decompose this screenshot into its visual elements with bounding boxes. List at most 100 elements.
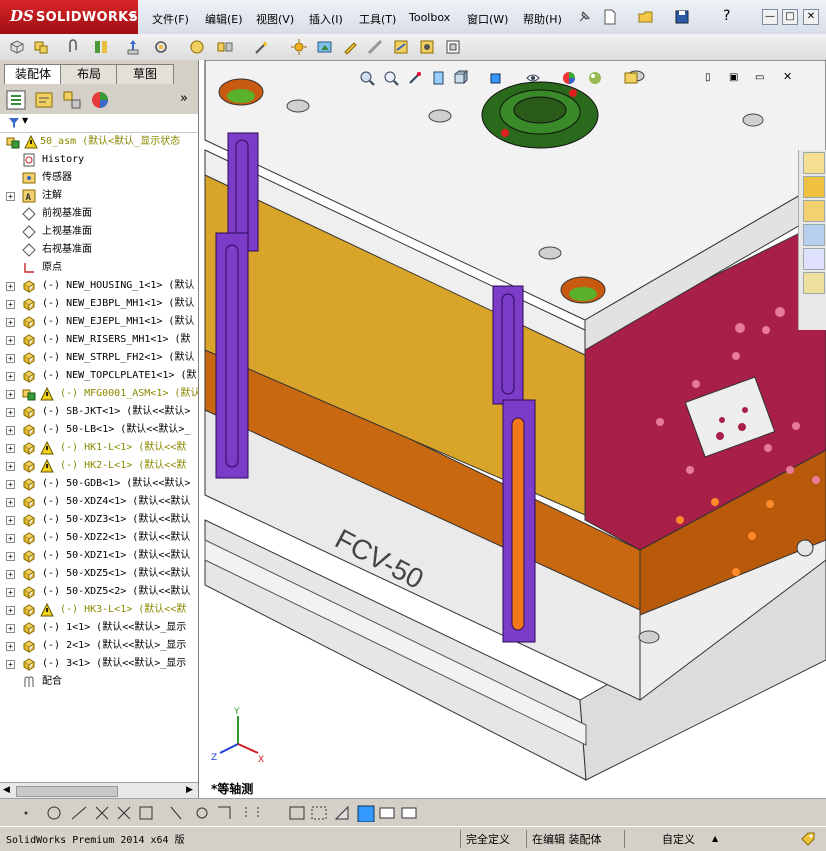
- menu-file[interactable]: 文件(F): [152, 11, 189, 27]
- minimize-button[interactable]: —: [762, 9, 778, 25]
- tree-item[interactable]: + (-) MFG0001_ASM<1> (默认: [0, 385, 198, 403]
- apply-scene-icon[interactable]: [587, 70, 603, 86]
- tree-item[interactable]: + (-) SB-JKT<1> (默认<<默认>: [0, 403, 198, 421]
- tree-item[interactable]: 右视基准面: [0, 241, 198, 259]
- expand-node-icon[interactable]: +: [6, 390, 15, 399]
- expand-node-icon[interactable]: +: [6, 426, 15, 435]
- viewport-close-icon[interactable]: ✕: [783, 70, 792, 83]
- menu-window[interactable]: 窗口(W): [467, 11, 508, 27]
- tree-item[interactable]: + A 注解: [0, 187, 198, 205]
- pin-menu-icon[interactable]: [575, 8, 593, 26]
- tree-item[interactable]: + (-) 50-XDZ1<1> (默认<<默认: [0, 547, 198, 565]
- expand-node-icon[interactable]: +: [6, 318, 15, 327]
- measure-icon[interactable]: [366, 38, 384, 56]
- magic-wand-icon[interactable]: [252, 38, 270, 56]
- zoom-area-icon[interactable]: [383, 70, 399, 86]
- tree-item[interactable]: + (-) NEW_RISERS_MH1<1> (默: [0, 331, 198, 349]
- move-component-icon[interactable]: [124, 38, 142, 56]
- scroll-right-icon[interactable]: ▶: [186, 785, 193, 795]
- expand-node-icon[interactable]: +: [6, 336, 15, 345]
- expand-node-icon[interactable]: +: [6, 354, 15, 363]
- tree-item[interactable]: + (-) 50-XDZ3<1> (默认<<默认: [0, 511, 198, 529]
- expand-node-icon[interactable]: +: [6, 516, 15, 525]
- tree-item[interactable]: 原点: [0, 259, 198, 277]
- paperclip-icon[interactable]: [64, 38, 82, 56]
- frame-icon[interactable]: [444, 38, 462, 56]
- expand-node-icon[interactable]: +: [6, 534, 15, 543]
- interference-check-icon[interactable]: [392, 38, 410, 56]
- expand-node-icon[interactable]: +: [6, 624, 15, 633]
- configuration-manager-icon[interactable]: [62, 90, 82, 110]
- exploded-view-icon[interactable]: [216, 38, 234, 56]
- expand-node-icon[interactable]: +: [6, 480, 15, 489]
- hide-show-items-icon[interactable]: [525, 70, 541, 86]
- file-explorer-icon[interactable]: [803, 200, 825, 222]
- help-icon[interactable]: ?: [723, 8, 730, 24]
- scroll-thumb[interactable]: [16, 786, 118, 797]
- view-settings-icon[interactable]: [623, 70, 639, 86]
- tree-item[interactable]: + (-) 50-XDZ2<1> (默认<<默认: [0, 529, 198, 547]
- panel-horizontal-scrollbar[interactable]: ◀ ▶: [0, 782, 198, 799]
- rotate-component-icon[interactable]: [152, 38, 170, 56]
- smart-fasteners-icon[interactable]: [188, 38, 206, 56]
- tree-item[interactable]: + (-) 50-LB<1> (默认<<默认>_: [0, 421, 198, 439]
- tree-item[interactable]: 配合: [0, 673, 198, 691]
- tree-item[interactable]: + (-) HK2-L<1> (默认<<默: [0, 457, 198, 475]
- display-style-icon[interactable]: [489, 70, 505, 86]
- previous-view-icon[interactable]: [407, 70, 423, 86]
- tag-icon[interactable]: [800, 831, 816, 847]
- appearances-icon[interactable]: [803, 248, 825, 270]
- units-selector[interactable]: 自定义: [662, 831, 695, 847]
- expand-node-icon[interactable]: +: [6, 462, 15, 471]
- expand-node-icon[interactable]: +: [6, 372, 15, 381]
- restore-button[interactable]: □: [782, 9, 798, 25]
- tree-item[interactable]: + (-) 3<1> (默认<<默认>_显示: [0, 655, 198, 673]
- tree-item[interactable]: + (-) 50-XDZ5<1> (默认<<默认: [0, 565, 198, 583]
- units-arrow-icon[interactable]: ▲: [712, 834, 718, 843]
- expand-node-icon[interactable]: +: [6, 606, 15, 615]
- assembly-toolbar-icon[interactable]: [32, 38, 50, 56]
- expand-node-icon[interactable]: +: [6, 444, 15, 453]
- tree-item[interactable]: + (-) NEW_STRPL_FH2<1> (默认: [0, 349, 198, 367]
- tree-item[interactable]: + (-) NEW_EJBPL_MH1<1> (默认: [0, 295, 198, 313]
- tree-item[interactable]: + (-) HK3-L<1> (默认<<默: [0, 601, 198, 619]
- expand-node-icon[interactable]: +: [6, 282, 15, 291]
- options-icon[interactable]: [418, 38, 436, 56]
- viewport-restore-icon[interactable]: ▣: [729, 72, 738, 83]
- menu-view[interactable]: 视图(V): [256, 11, 294, 27]
- part-toolbar-icon[interactable]: [8, 38, 26, 56]
- tree-item[interactable]: + (-) 50-XDZ4<1> (默认<<默认: [0, 493, 198, 511]
- close-button[interactable]: ✕: [803, 9, 819, 25]
- tab-sketch[interactable]: 草图: [116, 64, 174, 84]
- expand-node-icon[interactable]: +: [6, 498, 15, 507]
- sketch-tools-icons[interactable]: [6, 804, 306, 822]
- edit-component-icon[interactable]: [342, 38, 360, 56]
- expand-node-icon[interactable]: +: [6, 192, 15, 201]
- menu-help[interactable]: 帮助(H): [523, 11, 562, 27]
- menu-edit[interactable]: 编辑(E): [205, 11, 243, 27]
- display-manager-icon[interactable]: [90, 90, 110, 110]
- expand-node-icon[interactable]: +: [6, 300, 15, 309]
- expand-node-icon[interactable]: +: [6, 570, 15, 579]
- solidworks-logo[interactable]: DS SOLIDWORKS: [0, 0, 138, 34]
- expand-panel-icon[interactable]: »: [180, 91, 188, 106]
- feature-tree-icon[interactable]: [6, 90, 26, 110]
- sun-rebuild-icon[interactable]: [290, 38, 308, 56]
- tab-assembly[interactable]: 装配体: [4, 64, 62, 84]
- new-document-icon[interactable]: [601, 8, 619, 26]
- mold-assembly-model[interactable]: FCV-50 Y X Z: [199, 60, 826, 798]
- tree-item[interactable]: 上视基准面: [0, 223, 198, 241]
- instant3d-icon[interactable]: [316, 38, 334, 56]
- view-palette-icon[interactable]: [803, 224, 825, 246]
- viewport-minimize-icon[interactable]: ▭: [755, 72, 764, 83]
- expand-node-icon[interactable]: +: [6, 642, 15, 651]
- open-folder-icon[interactable]: [637, 8, 655, 26]
- section-view-icon[interactable]: [431, 70, 447, 86]
- view-orientation-icon[interactable]: [453, 70, 469, 86]
- tree-item[interactable]: 前视基准面: [0, 205, 198, 223]
- tree-item[interactable]: + (-) 1<1> (默认<<默认>_显示: [0, 619, 198, 637]
- scroll-left-icon[interactable]: ◀: [3, 785, 10, 795]
- expand-node-icon[interactable]: +: [6, 408, 15, 417]
- menu-toolbox[interactable]: Toolbox: [409, 11, 450, 24]
- tree-item[interactable]: + (-) 50-XDZ5<2> (默认<<默认: [0, 583, 198, 601]
